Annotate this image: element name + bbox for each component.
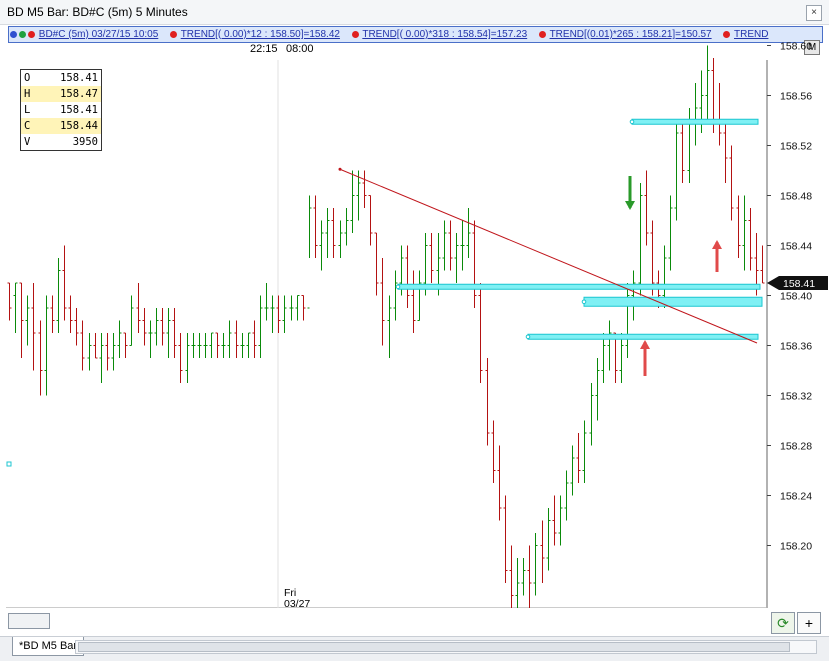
trend-indicator-icon: [170, 31, 178, 38]
study-item-symbol[interactable]: BD#C (5m) 03/27/15 10:05: [39, 29, 159, 40]
y-tick-label: 158.36: [780, 341, 812, 353]
study-item-trend[interactable]: TREND[( 0.00)*12 : 158.50]=158.42: [181, 29, 340, 40]
study-item-trend[interactable]: TREND[(0.01)*265 : 158.21]=150.57: [550, 29, 712, 40]
y-tick-label: 158.52: [780, 141, 812, 153]
zone-anchor-handle: [525, 334, 531, 340]
study-indicator-icon: [19, 31, 26, 38]
trend-indicator-icon: [538, 31, 546, 38]
ohlc-row-open: O 158.41: [24, 72, 98, 84]
trend-indicator-icon: [351, 31, 359, 38]
support-zone: [527, 333, 759, 340]
last-price-label: 158.41: [783, 278, 815, 290]
y-tick-label: 158.28: [780, 441, 812, 453]
window-title-bar: BD M5 Bar: BD#C (5m) 5 Minutes ×: [0, 0, 829, 25]
tab-strip: *BD M5 Bar: [0, 636, 829, 661]
left-marker: [6, 461, 12, 467]
support-zone: [583, 296, 763, 307]
zone-anchor-handle: [629, 119, 635, 125]
study-item-trend[interactable]: TREND: [734, 29, 768, 40]
ohlc-row-close: C 158.44: [21, 118, 101, 134]
chart-scroll-thumb[interactable]: [8, 613, 50, 629]
ohlc-row-high: H 158.47: [21, 86, 101, 102]
horizontal-scrollbar[interactable]: [75, 640, 817, 654]
y-tick-label: 158.60: [780, 41, 812, 53]
window-title: BD M5 Bar: BD#C (5m) 5 Minutes: [7, 5, 188, 19]
zone-anchor-handle: [581, 299, 587, 305]
y-tick-label: 158.56: [780, 91, 812, 103]
y-tick-label: 158.48: [780, 191, 812, 203]
ohlc-row-low: L 158.41: [24, 104, 98, 116]
trend-line-handle: [338, 167, 342, 171]
horizontal-scroll-thumb[interactable]: [78, 642, 790, 652]
ohlc-row-volume: V 3950: [24, 136, 98, 148]
ohlc-info-box: O 158.41 H 158.47 L 158.41 C 158.44 V 3950: [20, 69, 102, 151]
y-tick-label: 158.40: [780, 291, 812, 303]
zone-anchor-handle: [395, 284, 401, 290]
trend-indicator-icon: [723, 31, 731, 38]
close-button[interactable]: ×: [806, 5, 822, 21]
y-tick-label: 158.24: [780, 491, 812, 503]
study-indicator-icon: [28, 31, 35, 38]
resistance-zone: [631, 118, 759, 125]
y-tick-label: 158.32: [780, 391, 812, 403]
zoom-in-button[interactable]: +: [797, 612, 821, 634]
y-tick-label: 158.44: [780, 241, 812, 253]
study-indicator-icon: [10, 31, 17, 38]
y-tick-label: 158.20: [780, 541, 812, 553]
ohlc-chart[interactable]: 158.60158.56158.52158.48158.44158.40158.…: [0, 40, 829, 610]
tab-bd-m5-bar[interactable]: *BD M5 Bar: [12, 637, 85, 656]
refresh-icon[interactable]: ⟳: [771, 612, 795, 634]
study-item-trend[interactable]: TREND[( 0.00)*318 : 158.54]=157.23: [362, 29, 527, 40]
support-zone: [397, 283, 761, 290]
